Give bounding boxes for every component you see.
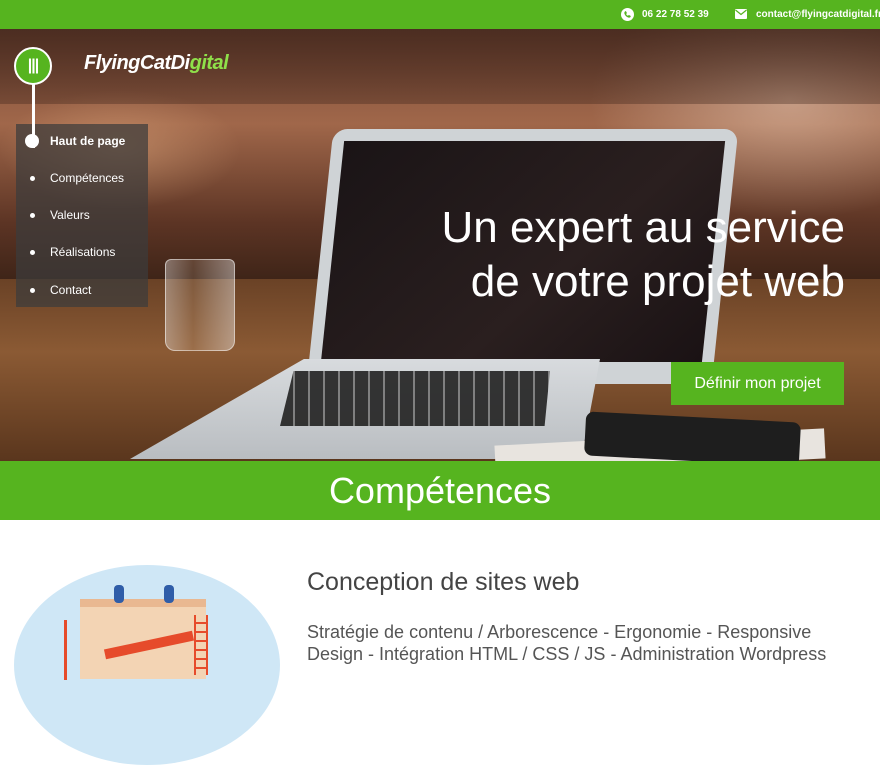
skills-section: Conception de sites web Stratégie de con… [0, 520, 880, 765]
nav-dot [30, 175, 35, 181]
hero-headline-line2: de votre projet web [470, 257, 845, 306]
brand-logo[interactable]: FlyingCatDigital [84, 52, 229, 75]
nav-item-valeurs[interactable]: Valeurs [30, 208, 90, 222]
laptop-keyboard [280, 371, 550, 426]
nav-label: Contact [50, 283, 92, 297]
logo-mark: ||| [27, 57, 39, 74]
side-navigation: Haut de page Compétences Valeurs Réalisa… [16, 124, 148, 307]
nav-label: Réalisations [50, 245, 116, 259]
illus-worker [114, 585, 124, 603]
illus-ladder [194, 615, 208, 675]
skill-description: Stratégie de contenu / Arborescence - Er… [307, 622, 827, 664]
nav-item-realisations[interactable]: Réalisations [30, 245, 116, 259]
menu-toggle-logo[interactable]: ||| [14, 47, 52, 85]
phone-contact[interactable]: 06 22 78 52 39 [620, 7, 709, 21]
illus-worker [164, 585, 174, 603]
nav-label: Compétences [50, 171, 125, 185]
illus-pole [64, 620, 67, 680]
phone-icon [620, 7, 634, 21]
email-contact[interactable]: contact@flyingcatdigital.fr [734, 7, 880, 21]
brand-name-part2: gital [189, 52, 229, 74]
water-glass [165, 259, 235, 351]
nav-item-haut-de-page[interactable]: Haut de page [25, 134, 126, 148]
hero-headline: Un expert au service de votre projet web [345, 201, 845, 309]
top-contact-bar: 06 22 78 52 39 contact@flyingcatdigital.… [0, 0, 880, 29]
brand-name-part1: FlyingCatDi [84, 52, 190, 74]
nav-label: Valeurs [50, 208, 90, 222]
phone-number: 06 22 78 52 39 [642, 8, 709, 20]
define-project-button[interactable]: Définir mon projet [671, 362, 844, 405]
nav-dot [30, 287, 35, 293]
nav-item-competences[interactable]: Compétences [30, 171, 125, 185]
skill-title: Conception de sites web [307, 568, 580, 596]
section-header: Compétences [0, 461, 880, 520]
nav-dot [30, 212, 35, 218]
web-design-illustration [14, 565, 280, 765]
nav-label: Haut de page [50, 134, 126, 148]
nav-connector-line [32, 84, 35, 148]
illus-stripe [80, 599, 206, 607]
email-address: contact@flyingcatdigital.fr [756, 8, 880, 20]
section-title: Compétences [328, 470, 552, 511]
nav-item-contact[interactable]: Contact [30, 283, 92, 297]
hero-headline-line1: Un expert au service [441, 203, 845, 252]
envelope-icon [734, 7, 748, 21]
nav-dot [30, 249, 35, 255]
